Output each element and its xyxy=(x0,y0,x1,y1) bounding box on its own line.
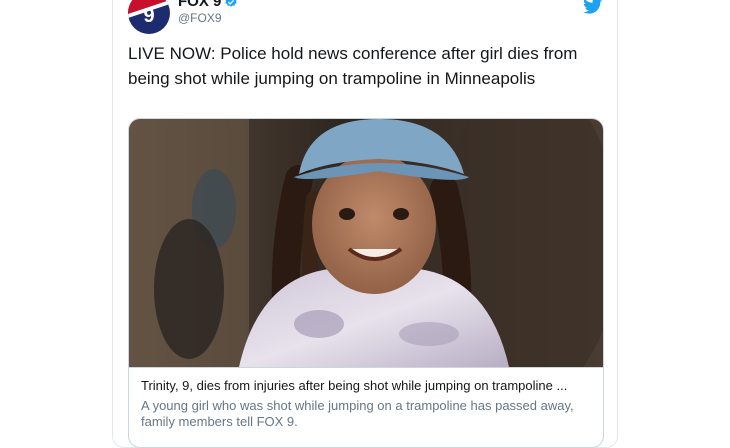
twitter-bird-icon[interactable] xyxy=(583,0,603,14)
tweet-text: LIVE NOW: Police hold news conference af… xyxy=(128,44,578,88)
preview-photo xyxy=(129,119,603,367)
avatar[interactable]: 9 xyxy=(128,0,170,34)
account-handle[interactable]: @FOX9 xyxy=(178,11,222,25)
card-title: Trinity, 9, dies from injuries after bei… xyxy=(141,378,568,393)
account-display-name[interactable]: FOX 9 xyxy=(178,0,238,10)
display-name-text: FOX 9 xyxy=(178,0,222,10)
card-text-area[interactable]: Trinity, 9, dies from injuries after bei… xyxy=(129,367,603,447)
avatar-number: 9 xyxy=(143,5,155,27)
verified-badge-icon xyxy=(225,0,237,7)
card-description: A young girl who was shot while jumping … xyxy=(141,398,574,429)
link-preview-card[interactable]: Trinity, 9, dies from injuries after bei… xyxy=(128,118,604,448)
